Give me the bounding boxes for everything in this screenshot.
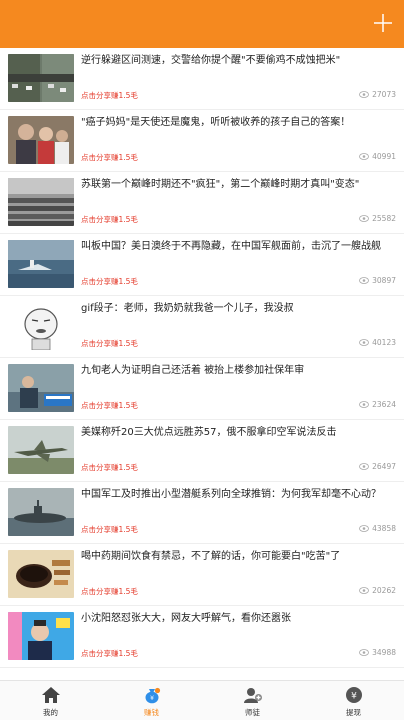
view-count: 27073 bbox=[359, 90, 396, 99]
share-reward-link[interactable]: 点击分享赚1.5毛 bbox=[81, 276, 138, 287]
share-reward-link[interactable]: 点击分享赚1.5毛 bbox=[81, 462, 138, 473]
view-count: 34988 bbox=[359, 648, 396, 657]
military-photo-thumbnail bbox=[8, 178, 74, 226]
cartoon-face-thumbnail bbox=[8, 302, 74, 350]
list-item[interactable]: gif段子：老师，我奶奶就我爸一个儿子，我没叔 点击分享赚1.5毛 40123 bbox=[0, 296, 404, 358]
eye-icon bbox=[359, 401, 370, 408]
list-item[interactable]: "癌子妈妈"是天使还是魔鬼，听听被收养的孩子自己的答案！ 点击分享赚1.5毛 4… bbox=[0, 110, 404, 172]
person-add-icon bbox=[243, 688, 262, 703]
eye-icon bbox=[359, 91, 370, 98]
article-title: "癌子妈妈"是天使还是魔鬼，听听被收养的孩子自己的答案！ bbox=[81, 117, 351, 128]
home-icon bbox=[41, 687, 60, 703]
nav-label: 提现 bbox=[346, 708, 361, 717]
share-reward-link[interactable]: 点击分享赚1.5毛 bbox=[81, 648, 138, 659]
list-item[interactable]: 九旬老人为证明自己还活着 被抬上楼参加社保年审 点击分享赚1.5毛 23624 bbox=[0, 358, 404, 420]
eye-icon bbox=[359, 649, 370, 656]
view-count-value: 30897 bbox=[372, 276, 396, 285]
share-reward-link[interactable]: 点击分享赚1.5毛 bbox=[81, 400, 138, 411]
view-count: 26497 bbox=[359, 462, 396, 471]
view-count: 25582 bbox=[359, 214, 396, 223]
view-count-value: 40991 bbox=[372, 152, 396, 161]
article-title: 小沈阳怒怼张大大，网友大呼解气，看你还嚣张 bbox=[81, 613, 291, 624]
money-bag-icon: ¥ bbox=[145, 687, 160, 704]
view-count-value: 20262 bbox=[372, 586, 396, 595]
view-count-value: 26497 bbox=[372, 462, 396, 471]
nav-label: 师徒 bbox=[245, 708, 260, 717]
view-count: 23624 bbox=[359, 400, 396, 409]
list-item[interactable]: 中国军工及时推出小型潜艇系列向全球推销：为何我军却毫不心动？ 点击分享赚1.5毛… bbox=[0, 482, 404, 544]
article-title: 中国军工及时推出小型潜艇系列向全球推销：为何我军却毫不心动？ bbox=[81, 489, 381, 500]
list-item[interactable]: 美媒称歼20三大优点远胜苏57，俄不服拿印空军说法反击 点击分享赚1.5毛 26… bbox=[0, 420, 404, 482]
article-title: 逆行躲避区间测速，交警给你提个醒"不要偷鸡不成蚀把米" bbox=[81, 55, 341, 66]
view-count-value: 34988 bbox=[372, 648, 396, 657]
view-count-value: 40123 bbox=[372, 338, 396, 347]
eye-icon bbox=[359, 463, 370, 470]
list-item[interactable]: 喝中药期间饮食有禁忌，不了解的话，你可能要白"吃苦"了 点击分享赚1.5毛 20… bbox=[0, 544, 404, 606]
withdraw-icon: ¥ bbox=[345, 687, 362, 703]
bottom-navigation: 我的 ¥ 赚钱 师徒 ¥ 提现 bbox=[0, 680, 404, 720]
article-title: 美媒称歼20三大优点远胜苏57，俄不服拿印空军说法反击 bbox=[81, 427, 337, 438]
share-reward-link[interactable]: 点击分享赚1.5毛 bbox=[81, 90, 138, 101]
article-title: gif段子：老师，我奶奶就我爸一个儿子，我没叔 bbox=[81, 303, 294, 314]
view-count-value: 43858 bbox=[372, 524, 396, 533]
list-item[interactable]: 小沈阳怒怼张大大，网友大呼解气，看你还嚣张 点击分享赚1.5毛 34988 bbox=[0, 606, 404, 668]
view-count: 40991 bbox=[359, 152, 396, 161]
eye-icon bbox=[359, 153, 370, 160]
view-count: 30897 bbox=[359, 276, 396, 285]
article-title: 九旬老人为证明自己还活着 被抬上楼参加社保年审 bbox=[81, 365, 305, 376]
family-photo-thumbnail bbox=[8, 116, 74, 164]
nav-label: 赚钱 bbox=[144, 708, 159, 717]
view-count-value: 23624 bbox=[372, 400, 396, 409]
highway-road-thumbnail bbox=[8, 54, 74, 102]
svg-text:¥: ¥ bbox=[150, 695, 154, 702]
view-count: 40123 bbox=[359, 338, 396, 347]
nav-item-withdraw[interactable]: ¥ 提现 bbox=[303, 681, 404, 720]
article-list: 逆行躲避区间测速，交警给你提个醒"不要偷鸡不成蚀把米" 点击分享赚1.5毛 27… bbox=[0, 48, 404, 668]
share-reward-link[interactable]: 点击分享赚1.5毛 bbox=[81, 586, 138, 597]
share-reward-link[interactable]: 点击分享赚1.5毛 bbox=[81, 524, 138, 535]
nav-item-earn[interactable]: ¥ 赚钱 bbox=[101, 681, 202, 720]
nav-label: 我的 bbox=[43, 708, 58, 717]
list-item[interactable]: 叫板中国？美日澳终于不再隐藏，在中国军舰面前，击沉了一艘战舰 点击分享赚1.5毛… bbox=[0, 234, 404, 296]
article-title: 苏联第一个巅峰时期还不"疯狂"，第二个巅峰时期才真叫"变态" bbox=[81, 179, 360, 190]
view-count: 43858 bbox=[359, 524, 396, 533]
eye-icon bbox=[359, 277, 370, 284]
top-app-bar bbox=[0, 0, 404, 48]
article-title: 叫板中国？美日澳终于不再隐藏，在中国军舰面前，击沉了一艘战舰 bbox=[81, 241, 381, 252]
plus-icon[interactable] bbox=[374, 14, 392, 32]
news-photo-thumbnail bbox=[8, 364, 74, 412]
svg-text:¥: ¥ bbox=[351, 692, 357, 702]
view-count-value: 25582 bbox=[372, 214, 396, 223]
tv-show-thumbnail bbox=[8, 612, 74, 660]
share-reward-link[interactable]: 点击分享赚1.5毛 bbox=[81, 338, 138, 349]
share-reward-link[interactable]: 点击分享赚1.5毛 bbox=[81, 214, 138, 225]
fighter-jet-thumbnail bbox=[8, 426, 74, 474]
warship-thumbnail bbox=[8, 240, 74, 288]
article-title: 喝中药期间饮食有禁忌，不了解的话，你可能要白"吃苦"了 bbox=[81, 551, 341, 562]
eye-icon bbox=[359, 525, 370, 532]
eye-icon bbox=[359, 339, 370, 346]
view-count-value: 27073 bbox=[372, 90, 396, 99]
share-reward-link[interactable]: 点击分享赚1.5毛 bbox=[81, 152, 138, 163]
herbal-medicine-thumbnail bbox=[8, 550, 74, 598]
eye-icon bbox=[359, 215, 370, 222]
list-item[interactable]: 苏联第一个巅峰时期还不"疯狂"，第二个巅峰时期才真叫"变态" 点击分享赚1.5毛… bbox=[0, 172, 404, 234]
list-item[interactable]: 逆行躲避区间测速，交警给你提个醒"不要偷鸡不成蚀把米" 点击分享赚1.5毛 27… bbox=[0, 48, 404, 110]
nav-item-master-apprentice[interactable]: 师徒 bbox=[202, 681, 303, 720]
view-count: 20262 bbox=[359, 586, 396, 595]
eye-icon bbox=[359, 587, 370, 594]
submarine-thumbnail bbox=[8, 488, 74, 536]
nav-item-mine[interactable]: 我的 bbox=[0, 681, 101, 720]
